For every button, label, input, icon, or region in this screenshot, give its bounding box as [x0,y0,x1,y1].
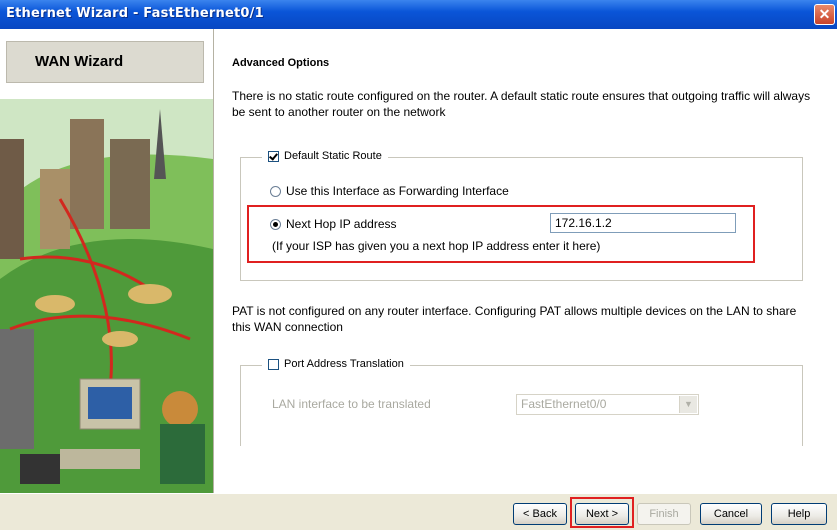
lan-interface-select[interactable]: FastEthernet0/0 ▼ [516,394,699,415]
pat-description: PAT is not configured on any router inte… [232,304,797,334]
nexthop-ip-input[interactable]: 172.16.1.2 [550,213,736,233]
static-route-legend: Default Static Route [262,150,388,162]
page-heading: Advanced Options [232,57,330,69]
wizard-content: Advanced Options There is no static rout… [214,29,837,493]
cancel-button[interactable]: Cancel [700,503,762,525]
next-button-highlight [570,497,634,528]
lan-interface-value: FastEthernet0/0 [521,397,607,411]
title-bar: Ethernet Wizard - FastEthernet0/1 ✕ [0,0,837,29]
default-static-route-checkbox[interactable] [268,150,279,162]
default-static-route-label: Default Static Route [284,150,382,162]
help-button[interactable]: Help [771,503,827,525]
lan-interface-label: LAN interface to be translated [272,397,431,411]
forwarding-interface-radio[interactable] [270,185,281,197]
button-bar: < Back Next > Finish Cancel Help [0,493,837,530]
close-icon[interactable]: ✕ [814,4,835,25]
pat-legend: Port Address Translation [262,358,410,370]
nexthop-radio[interactable] [270,218,281,230]
chevron-down-icon[interactable]: ▼ [679,396,697,413]
static-route-description: There is no static route configured on t… [232,89,811,119]
back-button[interactable]: < Back [513,503,567,525]
nexthop-hint: (If your ISP has given you a next hop IP… [272,239,601,253]
sidebar-title: WAN Wizard [35,53,124,70]
pat-checkbox[interactable] [268,358,279,370]
window-title: Ethernet Wizard - FastEthernet0/1 [6,6,264,21]
nexthop-option[interactable]: Next Hop IP address [270,217,397,231]
pat-label: Port Address Translation [284,358,404,370]
wizard-sidebar: WAN Wizard [0,29,214,493]
forwarding-interface-option[interactable]: Use this Interface as Forwarding Interfa… [270,184,509,198]
sidebar-header: WAN Wizard [6,41,204,83]
forwarding-interface-label: Use this Interface as Forwarding Interfa… [286,184,509,198]
finish-button[interactable]: Finish [637,503,691,525]
wizard-illustration [0,99,213,493]
nexthop-label: Next Hop IP address [286,217,397,231]
